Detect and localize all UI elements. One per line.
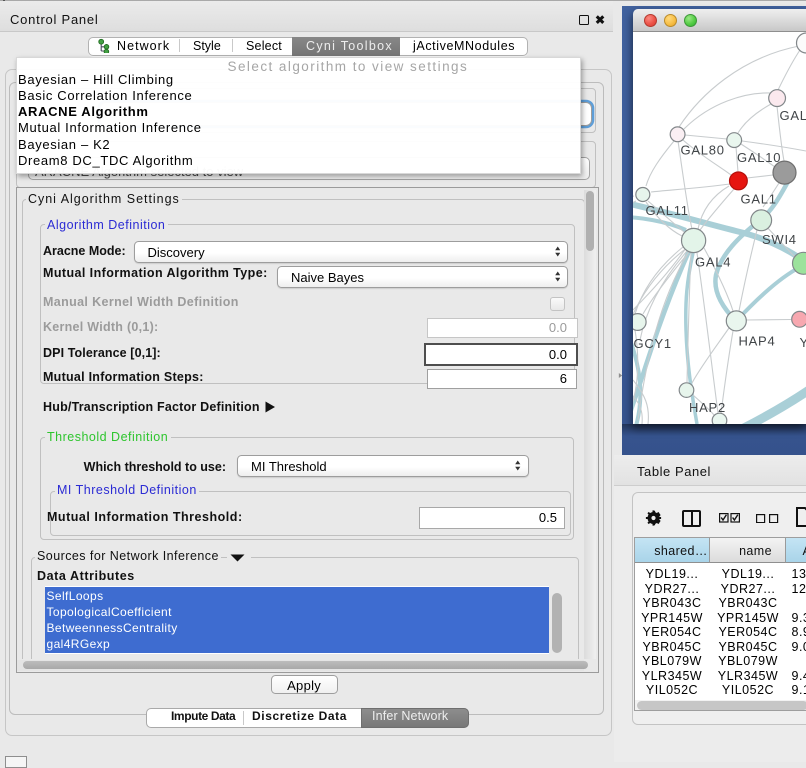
svg-text:HAP4: HAP4 (739, 334, 776, 349)
svg-text:GAL10: GAL10 (737, 150, 781, 165)
svg-text:GCY1: GCY1 (634, 336, 672, 351)
svg-text:GAL7: GAL7 (780, 108, 806, 123)
svg-text:GAL11: GAL11 (646, 203, 689, 218)
svg-text:GAL80: GAL80 (681, 143, 725, 158)
svg-text:Y: Y (800, 335, 806, 350)
svg-text:GAL1: GAL1 (741, 192, 777, 207)
svg-text:HAP2: HAP2 (689, 400, 726, 415)
svg-text:GAL4: GAL4 (695, 255, 731, 270)
svg-text:SWI4: SWI4 (762, 232, 797, 247)
